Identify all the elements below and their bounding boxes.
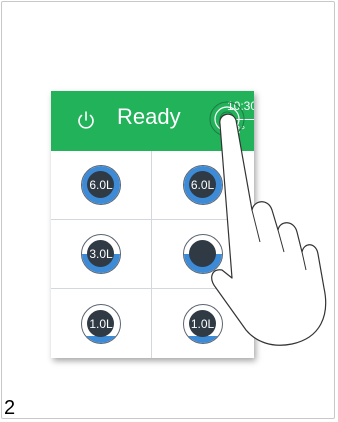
grid-cell: 1.0L xyxy=(51,289,152,358)
volume-button[interactable]: 6.0L xyxy=(81,165,121,205)
volume-label: 6.0L xyxy=(89,178,113,192)
volume-label: 3.0L xyxy=(89,247,113,261)
volume-button[interactable]: 1.0L xyxy=(81,303,121,344)
volume-label: 1.0L xyxy=(89,316,113,331)
volume-button[interactable]: 3.0L xyxy=(81,234,121,274)
touch-hand-icon xyxy=(209,101,327,346)
power-icon[interactable] xyxy=(75,109,97,131)
grid-cell: 3.0L xyxy=(51,220,152,289)
page-number: 2 xyxy=(4,397,16,419)
grid-cell: 6.0L xyxy=(51,151,152,220)
